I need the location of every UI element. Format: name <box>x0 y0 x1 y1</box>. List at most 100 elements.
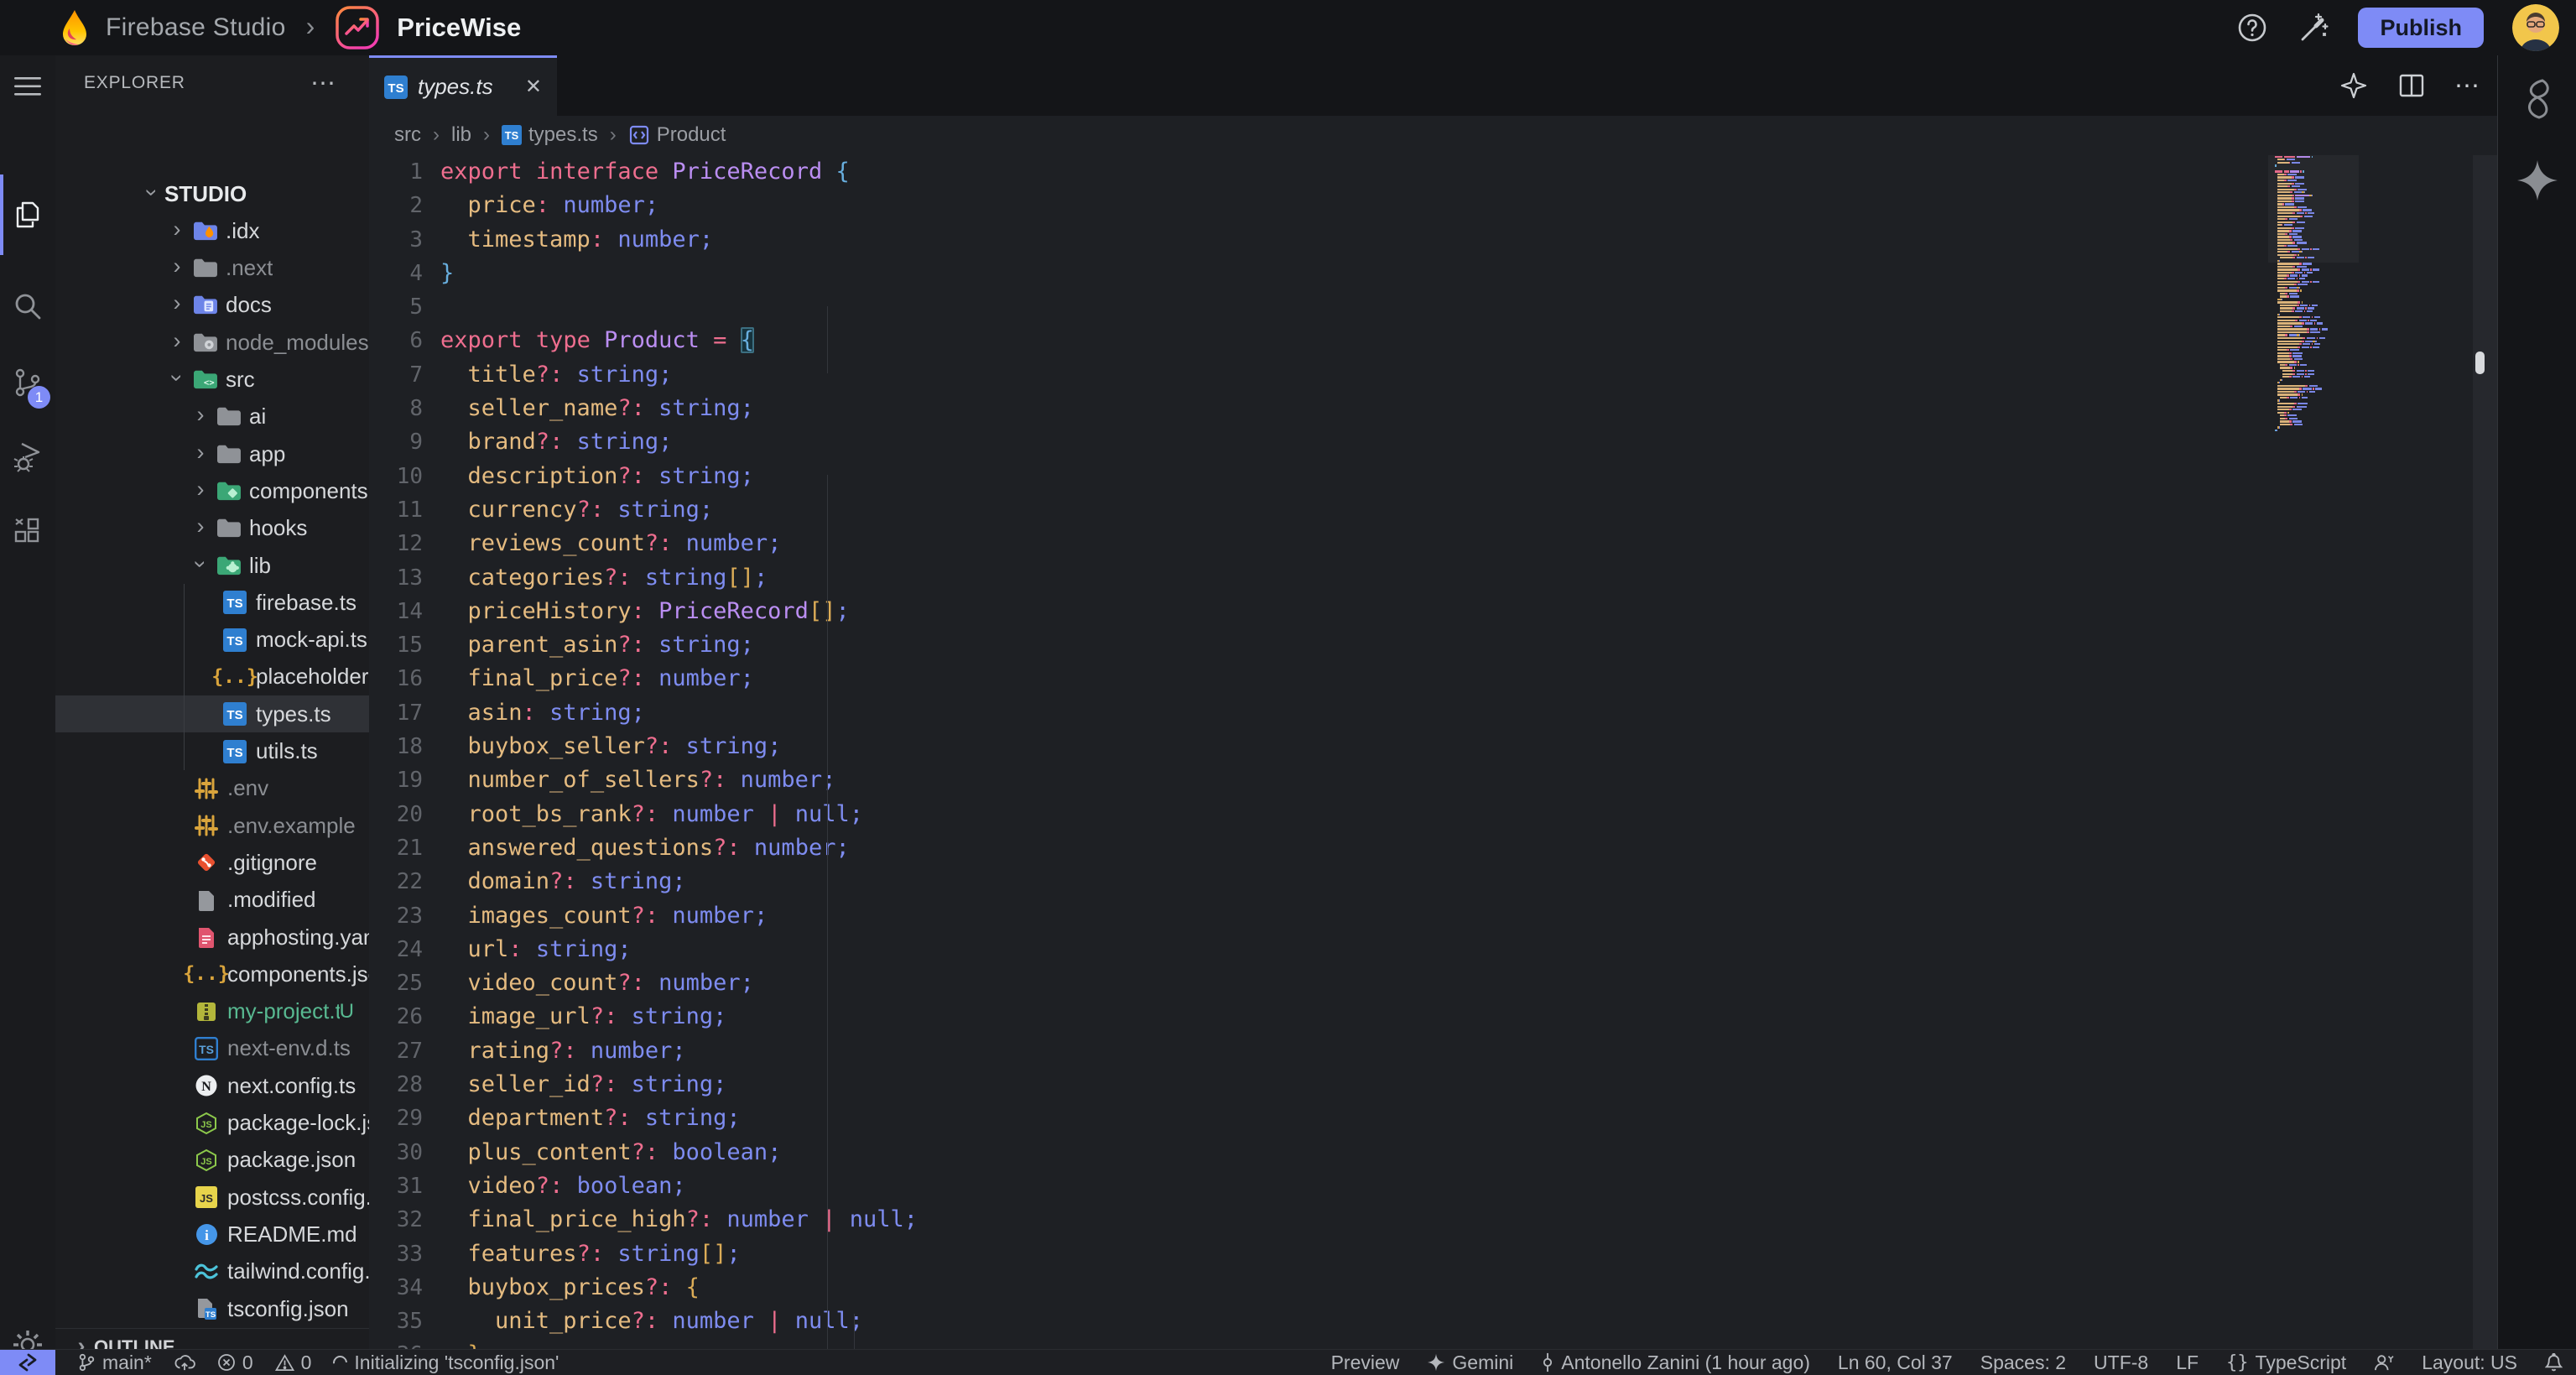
tree-item-docs[interactable]: › docs <box>55 287 369 324</box>
tab-close-icon[interactable]: ✕ <box>525 75 542 99</box>
code-line[interactable]: 20 root_bs_rank?: number | null; <box>369 798 2273 831</box>
breadcrumb-item-types-ts[interactable]: TStypes.ts <box>502 123 598 147</box>
code-line[interactable]: 17 asin: string; <box>369 696 2273 730</box>
code-line[interactable]: 19 number_of_sellers?: number; <box>369 763 2273 797</box>
statusbar-sync-changes[interactable] <box>174 1353 195 1372</box>
code-line[interactable]: 15 parent_asin?: string; <box>369 628 2273 662</box>
code-line[interactable]: 31 video?: boolean; <box>369 1169 2273 1203</box>
code-line[interactable]: 14 priceHistory: PriceRecord[]; <box>369 595 2273 628</box>
code-line[interactable]: 13 categories?: string[]; <box>369 561 2273 595</box>
tree-item-app[interactable]: › app <box>55 435 369 472</box>
code-line[interactable]: 35 unit_price?: number | null; <box>369 1305 2273 1338</box>
code-line[interactable]: 5 <box>369 290 2273 324</box>
tree-item--env-example[interactable]: .env.example <box>55 807 369 844</box>
sparkle-ai-icon[interactable] <box>2339 70 2369 101</box>
code-line[interactable]: 23 images_count?: number; <box>369 899 2273 933</box>
tree-item-mock-api-ts[interactable]: TSmock-api.ts <box>55 622 369 659</box>
publish-button[interactable]: Publish <box>2358 8 2484 48</box>
tree-item-postcss-config-mjs[interactable]: JSpostcss.config.mjs <box>55 1179 369 1216</box>
statusbar-gemini[interactable]: Gemini <box>1427 1352 1513 1374</box>
tree-item-apphosting-yaml[interactable]: apphosting.yaml <box>55 919 369 956</box>
code-line[interactable]: 2 price: number; <box>369 189 2273 222</box>
genkit-swirl-icon[interactable] <box>2498 77 2576 121</box>
code-line[interactable]: 26 image_url?: string; <box>369 1000 2273 1034</box>
code-line[interactable]: 25 video_count?: number; <box>369 966 2273 1000</box>
statusbar-notifications[interactable] <box>2545 1353 2563 1372</box>
breadcrumb-item-product[interactable]: Product <box>628 123 726 147</box>
tree-item-package-json[interactable]: JSpackage.json <box>55 1142 369 1179</box>
tree-item-lib[interactable]: › lib <box>55 547 369 584</box>
code-line[interactable]: 22 domain?: string; <box>369 865 2273 898</box>
tree-item--next[interactable]: › .next <box>55 250 369 287</box>
extensions-view-icon[interactable] <box>0 503 55 559</box>
statusbar-remote-indicator[interactable] <box>0 1350 55 1375</box>
tree-item-next-env-d-ts[interactable]: TSnext-env.d.ts <box>55 1030 369 1067</box>
tree-item-package-lock-json[interactable]: JSpackage-lock.json <box>55 1105 369 1142</box>
code-line[interactable]: 27 rating?: number; <box>369 1034 2273 1068</box>
more-actions-icon[interactable]: ⋯ <box>2454 71 2482 101</box>
statusbar-warnings[interactable]: 0 <box>275 1352 312 1374</box>
code-line[interactable]: 18 buybox_seller?: string; <box>369 730 2273 763</box>
code-line[interactable]: 12 reviews_count?: number; <box>369 527 2273 560</box>
code-line[interactable]: 16 final_price?: number; <box>369 662 2273 695</box>
code-line[interactable]: 32 final_price_high?: number | null; <box>369 1203 2273 1237</box>
code-line[interactable]: 11 currency?: string; <box>369 493 2273 527</box>
statusbar-progress-message[interactable]: Initializing 'tsconfig.json' <box>333 1352 559 1374</box>
code-line[interactable]: 30 plus_content?: boolean; <box>369 1136 2273 1169</box>
breadcrumb-item-lib[interactable]: lib <box>451 123 471 147</box>
statusbar-eol[interactable]: LF <box>2176 1352 2199 1374</box>
breadcrumb-item-src[interactable]: src <box>394 123 421 147</box>
statusbar-encoding[interactable]: UTF-8 <box>2094 1352 2148 1374</box>
tree-item-ai[interactable]: › ai <box>55 398 369 435</box>
user-avatar[interactable] <box>2512 4 2559 51</box>
code-line[interactable]: 21 answered_questions?: number; <box>369 831 2273 865</box>
outline-section[interactable]: › OUTLINE <box>55 1328 369 1349</box>
code-line[interactable]: 28 seller_id?: string; <box>369 1068 2273 1102</box>
tree-item-hooks[interactable]: › hooks <box>55 510 369 547</box>
statusbar-feedback[interactable] <box>2374 1353 2394 1372</box>
tree-item-node-modules[interactable]: › node_modules <box>55 324 369 361</box>
explorer-view-icon[interactable] <box>0 187 55 242</box>
statusbar-indentation[interactable]: Spaces: 2 <box>1980 1352 2066 1374</box>
tree-item-components-json[interactable]: {..}components.json <box>55 956 369 992</box>
statusbar-language-mode[interactable]: {}TypeScript <box>2226 1352 2346 1374</box>
code-line[interactable]: 10 description?: string; <box>369 460 2273 493</box>
magic-wand-icon[interactable] <box>2296 11 2329 44</box>
code-line[interactable]: 24 url: string; <box>369 933 2273 966</box>
gemini-star-icon[interactable] <box>2498 159 2576 202</box>
tree-item-placeholder-im-[interactable]: {..}placeholder-im... <box>55 659 369 695</box>
code-line[interactable]: 34 buybox_prices?: { <box>369 1271 2273 1305</box>
tree-item-components[interactable]: › components <box>55 472 369 509</box>
tree-item-next-config-ts[interactable]: Nnext.config.ts <box>55 1067 369 1104</box>
code-area[interactable]: 1export interface PriceRecord {2 price: … <box>369 155 2273 1349</box>
tree-item-firebase-ts[interactable]: TSfirebase.ts <box>55 584 369 621</box>
code-editor[interactable]: src›lib›TStypes.ts›Product 1export inter… <box>369 116 2497 1349</box>
run-debug-view-icon[interactable] <box>0 429 55 484</box>
tree-item-studio[interactable]: ›STUDIO <box>55 175 369 212</box>
statusbar-git-branch[interactable]: main* <box>77 1352 152 1374</box>
tree-item-my-project-t-[interactable]: my-project.t...U <box>55 993 369 1030</box>
scrollbar-thumb[interactable] <box>2475 352 2485 374</box>
code-line[interactable]: 36 }; <box>369 1338 2273 1349</box>
tree-item-tsconfig-json[interactable]: TStsconfig.json <box>55 1290 369 1327</box>
code-line[interactable]: 3 timestamp: number; <box>369 223 2273 257</box>
statusbar-errors[interactable]: 0 <box>217 1352 253 1374</box>
tab-types-ts[interactable]: TS types.ts ✕ <box>369 55 557 116</box>
help-icon[interactable] <box>2237 13 2267 43</box>
code-line[interactable]: 4} <box>369 257 2273 290</box>
code-line[interactable]: 9 brand?: string; <box>369 425 2273 459</box>
tree-item-utils-ts[interactable]: TSutils.ts <box>55 733 369 770</box>
tree-item--env[interactable]: .env <box>55 770 369 807</box>
tree-item-types-ts[interactable]: TStypes.ts <box>55 695 369 732</box>
editor-scrollbar[interactable] <box>2473 155 2497 1349</box>
split-editor-icon[interactable] <box>2397 71 2426 100</box>
tree-item--idx[interactable]: › .idx <box>55 212 369 249</box>
statusbar-blame-info[interactable]: Antonello Zanini (1 hour ago) <box>1541 1352 1810 1374</box>
statusbar-preview[interactable]: Preview <box>1331 1352 1400 1374</box>
tree-item-readme-md[interactable]: iREADME.md <box>55 1216 369 1253</box>
source-control-view-icon[interactable]: 1 <box>0 355 55 410</box>
search-view-icon[interactable] <box>0 279 55 335</box>
code-line[interactable]: 29 department?: string; <box>369 1102 2273 1135</box>
tree-item-tailwind-config-ts[interactable]: tailwind.config.ts <box>55 1253 369 1290</box>
code-line[interactable]: 7 title?: string; <box>369 358 2273 392</box>
